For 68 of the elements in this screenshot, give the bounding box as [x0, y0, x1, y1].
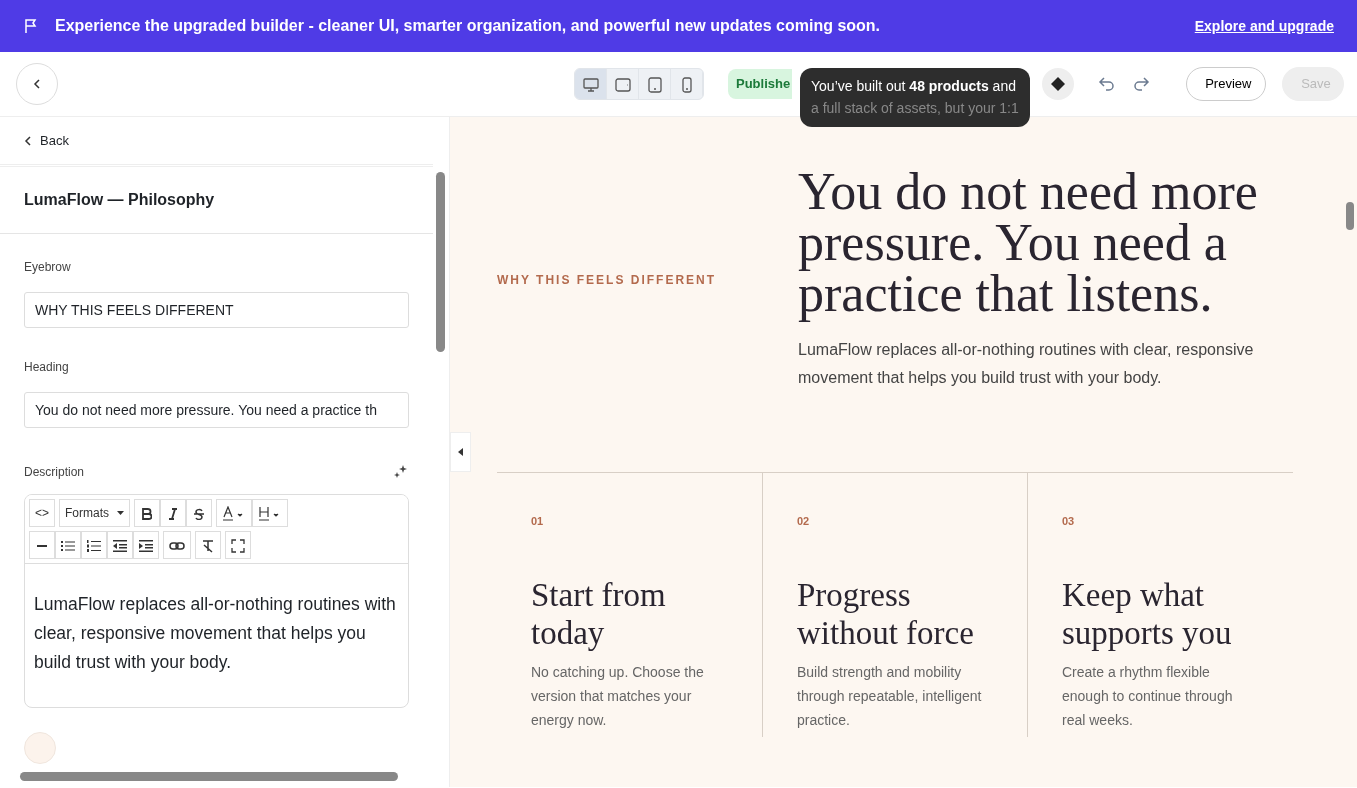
- bullet-list-icon: [61, 539, 75, 552]
- clear-format-icon: [201, 538, 215, 553]
- fullscreen-icon: [231, 538, 245, 553]
- back-chevron-icon[interactable]: [24, 135, 32, 146]
- step-number: 02: [797, 513, 811, 529]
- desktop-view-button[interactable]: [575, 69, 607, 99]
- strikethrough-icon: [193, 507, 206, 520]
- outdent-button[interactable]: [107, 531, 133, 559]
- desktop-icon: [582, 77, 599, 92]
- redo-icon[interactable]: [1132, 75, 1151, 93]
- section-title: LumaFlow — Philosophy: [24, 190, 215, 210]
- rich-text-editor[interactable]: <> Formats LumaFlow replaces all-or-nothing routines with clear, responsive movement that helps you build trust with your body.: [24, 494, 409, 708]
- published-status: Publishe: [728, 69, 793, 99]
- horizontal-scrollbar-thumb[interactable]: [20, 772, 398, 781]
- step-text: Create a rhythm flexible enough to continue through real weeks.: [1062, 663, 1234, 730]
- scrollbar-thumb[interactable]: [1346, 202, 1354, 230]
- step-text: No catching up. Choose the version that matches your energy now.: [531, 663, 705, 730]
- scrollbar-thumb[interactable]: [436, 172, 445, 352]
- bold-icon: [142, 507, 153, 520]
- editor-text[interactable]: LumaFlow replaces all-or-nothing routines with clear, responsive movement that helps you build trust with your body.: [25, 564, 408, 707]
- bold-button[interactable]: [134, 499, 161, 527]
- sparkle-icon[interactable]: [393, 464, 409, 480]
- field-label: Heading: [24, 359, 70, 376]
- back-link[interactable]: Back: [40, 130, 69, 151]
- explore-upgrade-link[interactable]: Explore and upgrade: [1194, 15, 1334, 37]
- clear-format-button[interactable]: [195, 531, 221, 559]
- field-label: Eyebrow: [24, 259, 72, 276]
- numbered-list-button[interactable]: [81, 531, 107, 559]
- italic-icon: [168, 507, 179, 520]
- formats-dropdown[interactable]: Formats: [59, 499, 131, 527]
- caret-icon: [117, 511, 125, 515]
- link-icon: [169, 540, 185, 551]
- step-number: 01: [531, 513, 545, 529]
- section-description: LumaFlow replaces all-or-nothing routines with clear, responsive movement that helps you build trust with your body.: [798, 339, 1255, 388]
- banner-message: Experience the upgraded builder - cleaner UI, smarter organization, and powerful new updates coming soon.: [55, 16, 881, 36]
- code-view-button[interactable]: <>: [29, 499, 55, 527]
- italic-button[interactable]: [160, 499, 187, 527]
- color-swatch[interactable]: [24, 731, 56, 764]
- undo-icon[interactable]: [1098, 75, 1117, 93]
- step-number: 03: [1062, 513, 1076, 529]
- step-text: Build strength and mobility through repeatable, intelligent practice.: [797, 663, 983, 730]
- outdent-icon: [113, 539, 127, 552]
- step-title: Keep what supports you: [1062, 577, 1233, 654]
- indent-icon: [139, 539, 153, 552]
- tablet-icon: [647, 76, 662, 93]
- fullscreen-button[interactable]: [225, 531, 251, 559]
- input-field[interactable]: You do not need more pressure. You need a practice th: [24, 392, 409, 428]
- step-title: Start from today: [531, 577, 667, 654]
- input-field[interactable]: WHY THIS FEELS DIFFERENT: [24, 292, 409, 328]
- section-heading: You do not need more pressure. You need a practice that listens.: [798, 167, 1259, 320]
- eyebrow-text: WHY THIS FEELS DIFFERENT: [497, 273, 717, 288]
- text-color-button[interactable]: [216, 499, 253, 527]
- indent-button[interactable]: [133, 531, 159, 559]
- horizontal-rule-button[interactable]: [29, 531, 55, 559]
- link-button[interactable]: [163, 531, 191, 559]
- preview-button[interactable]: Preview: [1186, 67, 1267, 101]
- tooltip: You’ve built out 48 products and a full stack of assets, but your 1:1: [800, 68, 1030, 128]
- collapse-panel-icon: [457, 448, 464, 456]
- field-label: Description: [24, 464, 85, 481]
- tablet-landscape-icon: [614, 77, 631, 92]
- step-title: Progress without force: [797, 577, 975, 654]
- collapse-panel-button[interactable]: [450, 432, 471, 472]
- phone-icon: [681, 76, 692, 93]
- flag-icon: [23, 18, 39, 34]
- numbered-list-icon: [87, 539, 101, 552]
- strikethrough-button[interactable]: [186, 499, 213, 527]
- highlight-button[interactable]: [252, 499, 289, 527]
- chevron-icon: [31, 78, 43, 90]
